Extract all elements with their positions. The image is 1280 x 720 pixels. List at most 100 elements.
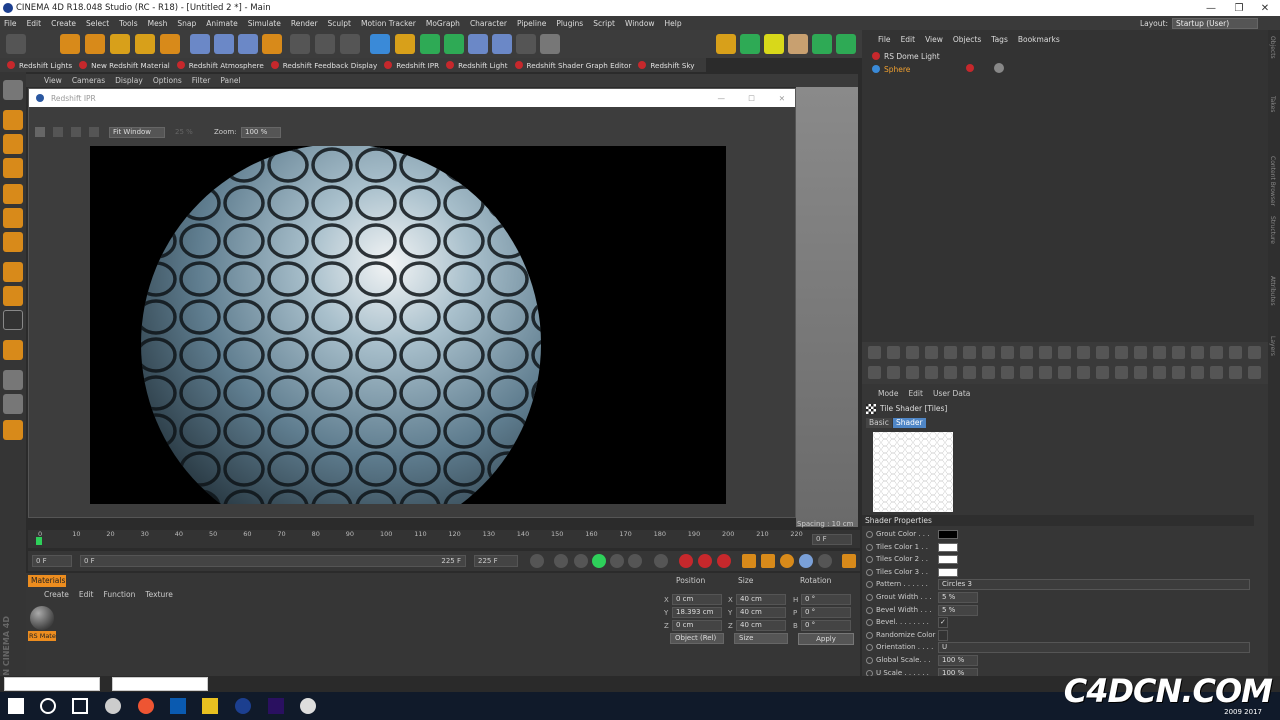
plugin-icon-2[interactable] (740, 34, 760, 54)
ipr-close-button[interactable]: ✕ (779, 94, 785, 103)
redshift-redshift-sky-button[interactable]: Redshift Sky (638, 61, 695, 70)
tab-basic[interactable]: Basic (866, 418, 892, 428)
size-z-field[interactable]: 40 cm (736, 620, 786, 631)
previous-keyframe-icon[interactable] (554, 554, 568, 568)
attribute-tool-icon[interactable] (1058, 346, 1071, 359)
lock-icon[interactable] (71, 127, 81, 137)
menu-file[interactable]: File (4, 19, 17, 28)
viewport-menu-display[interactable]: Display (115, 76, 143, 85)
attribute-tool-icon[interactable] (906, 346, 919, 359)
pen-icon[interactable] (395, 34, 415, 54)
edges-mode-icon[interactable] (3, 208, 23, 228)
store-icon[interactable] (170, 698, 186, 714)
attribute-tool-icon[interactable] (925, 366, 938, 379)
animate-dot-icon[interactable] (866, 581, 873, 589)
object-sphere[interactable]: Sphere (872, 63, 910, 75)
object-menu-tags[interactable]: Tags (991, 35, 1008, 44)
attribute-tool-icon[interactable] (1248, 346, 1261, 359)
app-icon[interactable] (202, 698, 218, 714)
after-effects-icon[interactable] (268, 698, 284, 714)
ipr-maximize-button[interactable]: ☐ (748, 94, 755, 103)
size-mode-dropdown[interactable]: Size (734, 633, 788, 644)
menu-mograph[interactable]: MoGraph (426, 19, 460, 28)
play-icon[interactable] (592, 554, 606, 568)
materials-menu-function[interactable]: Function (103, 590, 135, 599)
deformer-icon[interactable] (468, 34, 488, 54)
viewport-menu-options[interactable]: Options (153, 76, 182, 85)
prop-checkbox[interactable] (938, 629, 948, 641)
plugin-icon-4[interactable] (788, 34, 808, 54)
search-icon[interactable] (40, 698, 56, 714)
snap-icon[interactable] (3, 310, 23, 330)
object-rs-dome-light[interactable]: RS Dome Light (872, 50, 940, 62)
live-selection-icon[interactable] (60, 34, 80, 54)
menu-simulate[interactable]: Simulate (248, 19, 281, 28)
attribute-tool-icon[interactable] (1210, 346, 1223, 359)
animate-dot-icon[interactable] (866, 568, 873, 576)
timeline[interactable]: 0 F 0 10 20 30 40 50 60 70 80 90 100 110 120 130 140 15… (28, 530, 860, 548)
side-tab-takes[interactable]: Takes (1269, 96, 1276, 112)
cube-icon[interactable] (370, 34, 390, 54)
attribute-tool-icon[interactable] (944, 366, 957, 379)
attribute-tool-icon[interactable] (1229, 346, 1242, 359)
menu-plugins[interactable]: Plugins (556, 19, 583, 28)
render-view[interactable] (90, 146, 726, 504)
color-swatch[interactable] (938, 530, 958, 539)
y-axis-icon[interactable] (214, 34, 234, 54)
viewport-menu-filter[interactable]: Filter (192, 76, 211, 85)
minimized-window-1[interactable] (4, 677, 100, 691)
maximize-button[interactable]: ❐ (1226, 0, 1252, 16)
cinema4d-taskbar-icon[interactable] (105, 698, 121, 714)
attribute-tool-icon[interactable] (1172, 346, 1185, 359)
side-tab-attributes[interactable]: Attributes (1269, 276, 1276, 306)
animate-dot-icon[interactable] (866, 619, 873, 627)
prop-dropdown[interactable]: Circles 3 (938, 579, 1250, 591)
attribute-tool-icon[interactable] (1153, 366, 1166, 379)
rotation-b-field[interactable]: 0 ° (801, 620, 851, 631)
position-x-field[interactable]: 0 cm (672, 594, 722, 605)
cinema4d-active-icon[interactable] (235, 698, 251, 714)
floor-icon[interactable] (492, 34, 512, 54)
keyframe-selection-icon[interactable] (717, 554, 731, 568)
attribute-tool-icon[interactable] (1248, 366, 1261, 379)
attribute-tool-icon[interactable] (1001, 366, 1014, 379)
color-swatch[interactable] (938, 555, 958, 565)
menu-character[interactable]: Character (470, 19, 507, 28)
refresh-icon[interactable] (53, 127, 63, 137)
animate-dot-icon[interactable] (866, 631, 873, 639)
playhead[interactable] (36, 537, 42, 545)
attribute-tool-icon[interactable] (906, 366, 919, 379)
redshift-redshift-light-button[interactable]: Redshift Light (446, 61, 508, 70)
rotation-p-field[interactable]: 0 ° (801, 607, 851, 618)
attribute-tool-icon[interactable] (1077, 366, 1090, 379)
z-axis-icon[interactable] (238, 34, 258, 54)
magnet-icon[interactable] (3, 340, 23, 360)
menu-motion-tracker[interactable]: Motion Tracker (361, 19, 416, 28)
attribute-menu-mode[interactable]: Mode (878, 389, 898, 398)
animate-dot-icon[interactable] (866, 543, 873, 551)
attribute-tool-icon[interactable] (1039, 346, 1052, 359)
menu-script[interactable]: Script (593, 19, 615, 28)
attribute-tool-icon[interactable] (1134, 346, 1147, 359)
ipr-minimize-button[interactable]: — (718, 94, 726, 103)
object-menu-view[interactable]: View (925, 35, 943, 44)
attribute-tool-icon[interactable] (1020, 366, 1033, 379)
menu-render[interactable]: Render (291, 19, 318, 28)
prop-value-field[interactable]: 100 % (938, 655, 978, 666)
layout-selector[interactable]: Layout: Startup (User) (1140, 16, 1258, 30)
rs-tag-icon[interactable] (994, 63, 1004, 73)
attribute-tool-icon[interactable] (963, 366, 976, 379)
go-to-end-icon[interactable] (654, 554, 668, 568)
attribute-tool-icon[interactable] (1001, 346, 1014, 359)
subdivision-icon[interactable] (420, 34, 440, 54)
animate-dot-icon[interactable] (866, 657, 873, 664)
attribute-tool-icon[interactable] (1172, 366, 1185, 379)
workplane-grid-icon[interactable] (3, 370, 23, 390)
animate-dot-icon[interactable] (866, 594, 873, 601)
attribute-tool-icon[interactable] (963, 346, 976, 359)
attribute-tool-icon[interactable] (1210, 366, 1223, 379)
light-icon[interactable] (540, 34, 560, 54)
start-frame-field[interactable]: 0 F (32, 555, 72, 567)
redshift-redshift-ipr-button[interactable]: Redshift IPR (384, 61, 439, 70)
apply-button[interactable]: Apply (798, 633, 854, 645)
